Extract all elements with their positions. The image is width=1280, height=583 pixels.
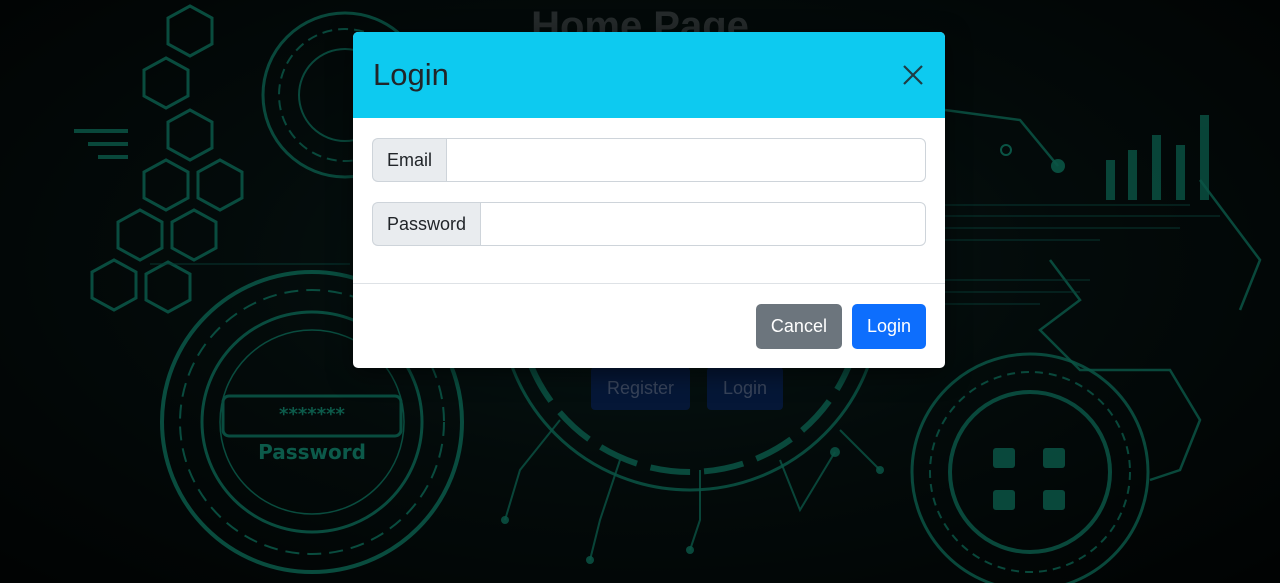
password-label: Password (372, 202, 481, 246)
email-label: Email (372, 138, 447, 182)
close-button[interactable] (899, 61, 927, 89)
page: ******* Password (0, 0, 1280, 583)
login-modal: Login Email Password Cancel Login (353, 32, 945, 368)
password-field[interactable] (480, 202, 926, 246)
email-field[interactable] (446, 138, 926, 182)
close-icon (903, 65, 923, 85)
submit-login-button[interactable]: Login (851, 303, 926, 349)
password-input-group: Password (372, 202, 926, 246)
modal-footer: Cancel Login (353, 284, 945, 368)
modal-header: Login (353, 32, 945, 118)
modal-title: Login (373, 57, 449, 92)
email-input-group: Email (372, 138, 926, 182)
modal-body: Email Password (353, 118, 945, 284)
cancel-button[interactable]: Cancel (755, 303, 842, 349)
